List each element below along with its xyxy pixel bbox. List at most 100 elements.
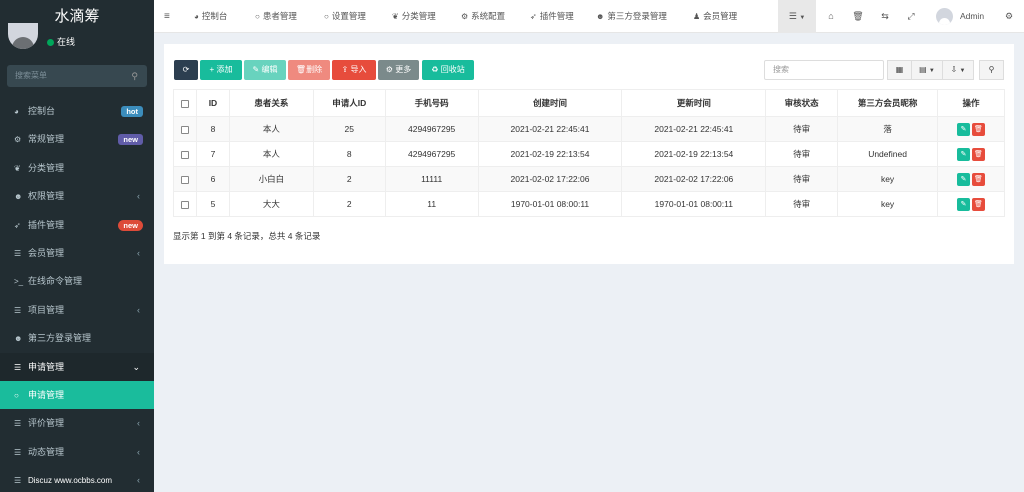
sidebar-item-applications-sub[interactable]: ○ 申请管理 [0, 380, 154, 410]
select-all-header[interactable] [173, 89, 197, 117]
col-header-applicant-id[interactable]: 申请人ID [312, 89, 386, 117]
sidebar-item-projects[interactable]: ☰ 项目管理 ‹ [0, 296, 154, 324]
row-select-cell[interactable] [173, 191, 197, 217]
nav-tab-label: 插件管理 [539, 11, 574, 21]
row-edit-icon[interactable]: ✎ [957, 122, 970, 136]
cell-phone: 11 [384, 191, 479, 217]
chevron-left-icon: ‹ [137, 191, 140, 202]
col-header-nickname[interactable]: 第三方会员昵称 [837, 89, 939, 117]
row-select-cell[interactable] [173, 141, 197, 167]
row-checkbox[interactable] [180, 150, 189, 159]
table-row[interactable]: 5 大大 2 11 1970-01-01 08:00:11 1970-01-01… [173, 191, 1005, 217]
nav-tab-config[interactable]: ⚙ 系统配置 [461, 0, 505, 33]
search-icon[interactable]: ⚲ [131, 65, 138, 87]
admin-username[interactable]: Admin [957, 0, 987, 33]
settings-icon[interactable]: ⚙ [1000, 0, 1018, 33]
admin-avatar[interactable] [936, 8, 953, 25]
more-button[interactable]: ⚙ 更多 [378, 60, 419, 80]
sidebar-toggle-icon[interactable]: ≡ [164, 0, 170, 33]
sidebar-item-category[interactable]: ❦ 分类管理 [0, 154, 154, 182]
chevron-left-icon: ‹ [137, 475, 140, 486]
nav-menu-dropdown[interactable]: ☰ ▼ [778, 0, 816, 33]
cell-status: 待审 [765, 116, 839, 142]
table-row[interactable]: 8 本人 25 4294967295 2021-02-21 22:45:41 2… [173, 116, 1005, 142]
sidebar-item-dashboard[interactable]: ◕ 控制台 hot [0, 97, 154, 125]
row-delete-icon[interactable]: 🗑 [972, 172, 985, 186]
sidebar-item-general[interactable]: ⚙ 常规管理 new [0, 125, 154, 153]
sidebar-item-label: 会员管理 [28, 247, 65, 258]
sidebar-item-footer[interactable]: ☰ Discuz www.ocbbs.com ‹ [0, 466, 154, 492]
row-edit-icon[interactable]: ✎ [957, 147, 970, 161]
trash-icon[interactable]: 🗑 [849, 0, 867, 33]
sidebar-item-plugins[interactable]: ➶ 插件管理 new [0, 211, 154, 239]
sidebar-item-applications[interactable]: ☰ 申请管理 ⌄ [0, 352, 154, 381]
nav-tab-third-login[interactable]: ☻ 第三方登录管理 [596, 0, 667, 33]
sidebar-item-command[interactable]: >_ 在线命令管理 [0, 267, 154, 295]
export-dropdown[interactable]: ⇩ ▼ [942, 60, 974, 80]
import-button[interactable]: ⇪ 导入 [332, 60, 376, 80]
toggle-view-button[interactable]: ▦ [887, 60, 912, 80]
sidebar-item-label: 动态管理 [28, 446, 65, 457]
columns-dropdown[interactable]: ▤ ▼ [911, 60, 943, 80]
sidebar-search-input[interactable]: 搜索菜单 ⚲ [7, 65, 147, 87]
nav-tab-label: 第三方登录管理 [607, 11, 667, 21]
edit-button[interactable]: ✎ 编辑 [244, 60, 286, 80]
search-icon: ⚲ [988, 65, 995, 74]
sidebar-item-auth[interactable]: ☻ 权限管理 ‹ [0, 182, 154, 210]
recycle-label: 回收站 [440, 65, 465, 74]
row-edit-icon[interactable]: ✎ [957, 197, 970, 211]
nav-tab-settings[interactable]: ○ 设置管理 [324, 0, 366, 33]
row-select-cell[interactable] [173, 116, 197, 142]
recycle-bin-button[interactable]: ♻ 回收站 [422, 60, 474, 80]
advanced-search-button[interactable]: ⚲ [979, 60, 1004, 80]
download-icon: ⇩ [950, 65, 958, 74]
cell-phone: 4294967295 [384, 116, 479, 142]
cog-icon: ⚙ [461, 12, 469, 21]
rocket-icon: ➶ [530, 12, 537, 21]
row-delete-icon[interactable]: 🗑 [972, 197, 985, 211]
sidebar-item-reviews[interactable]: ☰ 评价管理 ‹ [0, 409, 154, 437]
nav-tab-members[interactable]: ♟ 会员管理 [693, 0, 737, 33]
sidebar-item-third-login[interactable]: ☻ 第三方登录管理 [0, 324, 154, 352]
col-header-status[interactable]: 审核状态 [765, 89, 839, 117]
col-header-id[interactable]: ID [195, 89, 230, 117]
row-edit-icon[interactable]: ✎ [957, 172, 970, 186]
cell-updated: 2021-02-19 22:13:54 [621, 141, 767, 167]
fullscreen-icon[interactable]: ⤢ [902, 0, 920, 33]
cell-created: 1970-01-01 08:00:11 [477, 191, 623, 217]
row-select-cell[interactable] [173, 166, 197, 192]
nav-tab-label: 患者管理 [262, 11, 297, 21]
nav-tab-category[interactable]: ❦ 分类管理 [392, 0, 436, 33]
list-icon: ☰ [14, 419, 22, 429]
table-row[interactable]: 6 小白白 2 11111 2021-02-02 17:22:06 2021-0… [173, 166, 1005, 192]
delete-button[interactable]: 🗑删除 [288, 60, 330, 80]
data-table: ID 患者关系 申请人ID 手机号码 创建时间 更新时间 审核状态 第三方会员昵… [173, 89, 1005, 217]
sidebar-item-members[interactable]: ☰ 会员管理 ‹ [0, 239, 154, 267]
table-search-input[interactable]: 搜索 [764, 60, 884, 80]
nav-tab-patients[interactable]: ○ 患者管理 [255, 0, 297, 33]
select-all-checkbox[interactable] [180, 99, 189, 108]
row-checkbox[interactable] [180, 175, 189, 184]
refresh-button[interactable]: ⟳ [174, 60, 198, 80]
row-delete-icon[interactable]: 🗑 [972, 122, 985, 136]
nav-tab-label: 会员管理 [703, 11, 738, 21]
col-header-phone[interactable]: 手机号码 [384, 89, 479, 117]
home-icon[interactable]: ⌂ [821, 0, 841, 33]
col-header-created[interactable]: 创建时间 [477, 89, 623, 117]
add-button[interactable]: + 添加 [200, 60, 242, 80]
nav-tab-dashboard[interactable]: ◕ 控制台 [194, 0, 227, 33]
col-header-relation[interactable]: 患者关系 [228, 89, 314, 117]
row-checkbox[interactable] [180, 125, 189, 134]
row-delete-icon[interactable]: 🗑 [972, 147, 985, 161]
sidebar-item-label: 第三方登录管理 [28, 333, 92, 344]
user-panel: 在线 [0, 23, 154, 55]
language-icon[interactable]: ⇆ [876, 0, 894, 33]
table-row[interactable]: 7 本人 8 4294967295 2021-02-19 22:13:54 20… [173, 141, 1005, 167]
col-header-updated[interactable]: 更新时间 [621, 89, 767, 117]
search-placeholder: 搜索 [773, 65, 789, 74]
sidebar-item-news[interactable]: ☰ 动态管理 ‹ [0, 438, 154, 466]
circle-icon: ○ [255, 12, 260, 21]
row-checkbox[interactable] [180, 200, 189, 209]
nav-tab-plugins[interactable]: ➶ 插件管理 [530, 0, 574, 33]
cell-actions: ✎ 🗑 [937, 141, 1005, 167]
